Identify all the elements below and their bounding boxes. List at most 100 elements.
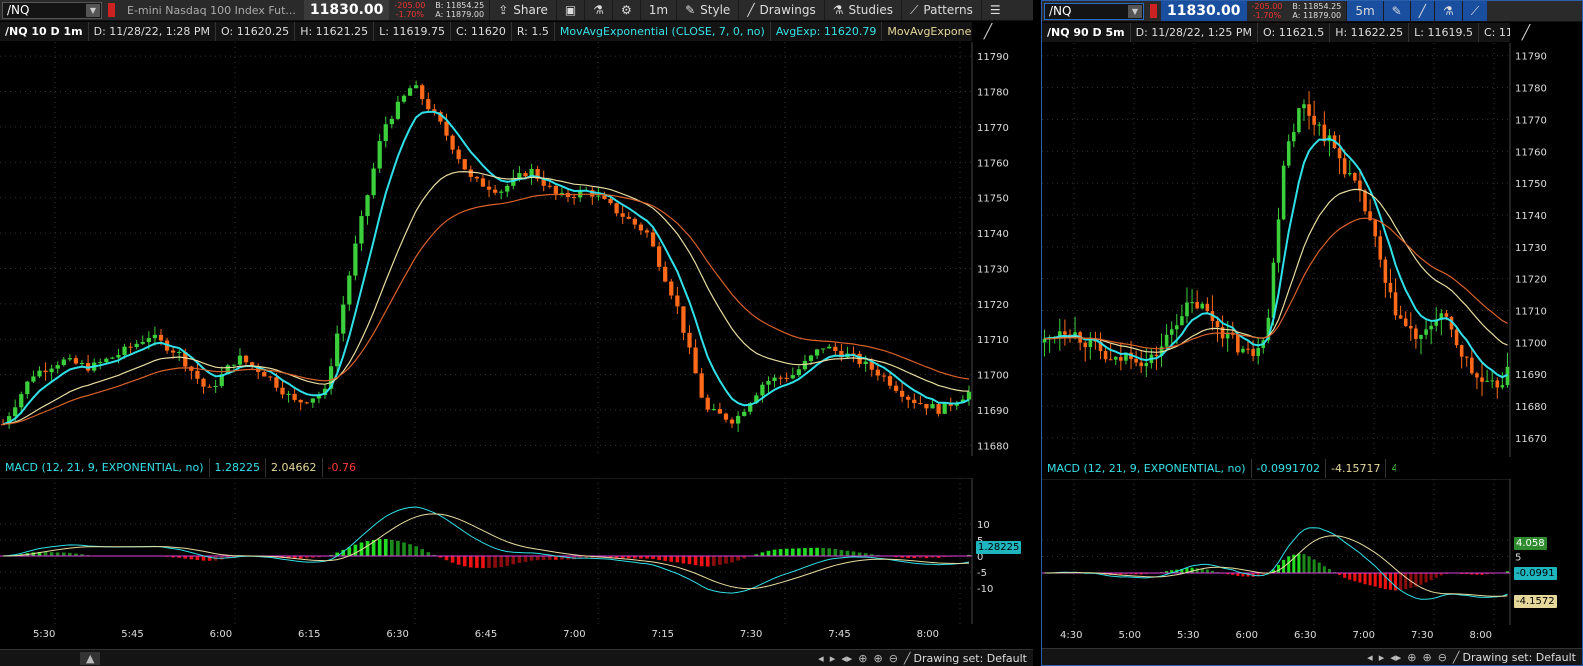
candle-body	[110, 357, 115, 359]
candle-body	[1373, 220, 1377, 237]
scroll-right-icon[interactable]: ▸	[827, 652, 839, 665]
crosshair-icon[interactable]: ⊕	[855, 652, 870, 665]
interval-button[interactable]: 1m	[639, 0, 676, 20]
share-button[interactable]: ⇪ Share	[489, 0, 556, 20]
candle-body	[1353, 173, 1357, 181]
candle-body	[79, 362, 85, 364]
left-chart-pane[interactable]: /NQ ▼ E-mini Nasdaq 100 Index Fut... 118…	[0, 0, 1033, 666]
zoom-in-icon[interactable]: ⊕	[870, 652, 885, 665]
chevron-down-icon[interactable]: ▼	[1128, 4, 1142, 18]
candle-body	[462, 159, 467, 170]
expand-time-icon[interactable]: ◂▸	[838, 652, 855, 665]
gear-button[interactable]: ⚙	[612, 0, 640, 20]
candle-body	[1363, 190, 1367, 212]
chart-id[interactable]: /NQ 10 D 1m	[0, 22, 89, 41]
bar-range: R: 1.5	[512, 22, 555, 41]
candle-body	[1500, 385, 1505, 388]
macd-histogram-bar	[475, 556, 479, 568]
interval-button[interactable]: 5m	[1346, 1, 1383, 21]
scroll-left-icon[interactable]: ◂	[1364, 651, 1376, 664]
macd-histogram-bar	[505, 556, 510, 566]
collapse-arrow-icon[interactable]: ▲	[80, 651, 101, 665]
candle-body	[1347, 173, 1352, 175]
left-price-chart[interactable]: 11790 11780 11770 11760 11750 11740 11730 11720…	[0, 42, 1033, 456]
candle-body	[1317, 124, 1322, 126]
chart-settings-button[interactable]: ▣	[555, 0, 584, 20]
drawing-set-label[interactable]: Drawing set: Default	[1463, 651, 1582, 664]
candle-body	[1144, 363, 1149, 367]
drawing-tool-icon[interactable]: ╱	[1516, 25, 1536, 42]
patterns-button[interactable]: ⟋	[1461, 1, 1488, 21]
macd-label[interactable]: MACD (12, 21, 9, EXPONENTIAL, no)	[0, 458, 210, 477]
crosshair-icon[interactable]: ⊕	[1404, 651, 1419, 664]
price-tick-label: 11760	[1515, 147, 1547, 158]
drawing-pen-icon[interactable]: ╱	[901, 652, 914, 665]
scroll-right-icon[interactable]: ▸	[1376, 651, 1388, 664]
zoom-in-icon[interactable]: ⊕	[1419, 651, 1434, 664]
price-tick-label: 11690	[1515, 370, 1547, 381]
candle-body	[1342, 158, 1347, 175]
macd-label[interactable]: MACD (12, 21, 9, EXPONENTIAL, no)	[1042, 459, 1252, 478]
menu-button[interactable]: ☰	[980, 0, 1009, 20]
macd-histogram-bar	[705, 556, 710, 567]
flag-icon[interactable]	[1150, 4, 1157, 18]
candle-body	[772, 377, 777, 381]
studies-button[interactable]: ⚗ Studies	[823, 0, 901, 20]
candle-body	[1139, 362, 1143, 367]
zoom-out-icon[interactable]: ⊖	[1435, 651, 1450, 664]
candle-body	[1490, 380, 1494, 382]
candle-body	[61, 359, 66, 366]
pen-icon: ╱	[1418, 4, 1426, 18]
bid-ask: B: 11854.25 A: 11879.00	[1292, 2, 1342, 20]
macd-histogram-bar	[523, 556, 528, 562]
drawings-button[interactable]: ╱ Drawings	[738, 0, 823, 20]
price-tick-label: 11730	[977, 264, 1009, 275]
candle-body	[1063, 331, 1067, 335]
left-macd-chart[interactable]: 1050-5-10	[0, 478, 1033, 624]
macd-line	[1044, 527, 1508, 600]
zoom-out-icon[interactable]: ⊖	[886, 652, 901, 665]
study-ema7-label[interactable]: MovAvgExponential (CLOSE, 7, 0, no)	[555, 22, 771, 41]
studies-flask-button[interactable]: ⚗	[584, 0, 612, 20]
price-tick-label: 11770	[1515, 115, 1547, 126]
macd-histogram-bar	[1312, 559, 1316, 573]
drawings-button[interactable]: ╱	[1409, 1, 1434, 21]
patterns-icon: ⟋	[909, 2, 919, 17]
macd-histogram-bar	[815, 547, 819, 556]
chart-id[interactable]: /NQ 90 D 5m	[1042, 23, 1131, 42]
macd-histogram-bar	[778, 549, 783, 556]
candle-body	[401, 95, 407, 102]
drawing-set-label[interactable]: Drawing set: Default	[914, 652, 1033, 665]
style-button[interactable]: ✎	[1382, 1, 1410, 21]
right-chart-pane[interactable]: /NQ ▼ 11830.00 -205.00 -1.70% B: 11854.25…	[1041, 0, 1583, 666]
time-tick-label: 5:30	[1177, 630, 1199, 641]
patterns-button[interactable]: ⟋ Patterns	[900, 0, 981, 20]
candle-body	[158, 334, 164, 341]
right-macd-chart[interactable]: 105	[1042, 479, 1582, 625]
candle-body	[827, 346, 832, 349]
macd-tick-label: -5	[977, 568, 987, 579]
chevron-down-icon[interactable]: ▼	[86, 3, 100, 17]
macd-histogram-bar	[1434, 573, 1438, 578]
flag-icon[interactable]	[108, 3, 115, 17]
candle-body	[1246, 348, 1250, 350]
right-price-chart[interactable]: 11790 11780 11770 11760 11750 11740 11730 11720…	[1042, 43, 1582, 457]
macd-histogram-bar	[499, 556, 504, 568]
hamburger-menu-icon: ☰	[989, 3, 1001, 17]
study-ema21-label[interactable]: MovAvgExponential (CLOSE, 21, 0,...	[882, 22, 972, 41]
macd-histogram-bar	[821, 547, 825, 556]
candle-body	[177, 352, 182, 354]
symbol-selector[interactable]: /NQ ▼	[2, 1, 102, 19]
ema-medium-line	[1044, 188, 1508, 353]
candle-body	[1302, 104, 1306, 109]
candle-body	[1444, 313, 1449, 317]
style-button[interactable]: ✎ Style	[676, 0, 738, 20]
drawing-tool-icon[interactable]: ╱	[978, 24, 998, 41]
drawing-pen-icon[interactable]: ╱	[1450, 651, 1463, 664]
price-change: -205.00 -1.70%	[394, 1, 426, 19]
macd-histogram-bar	[383, 538, 388, 556]
scroll-left-icon[interactable]: ◂	[815, 652, 827, 665]
symbol-selector[interactable]: /NQ ▼	[1044, 2, 1144, 20]
studies-button[interactable]: ⚗	[1433, 1, 1462, 21]
expand-time-icon[interactable]: ◂▸	[1387, 651, 1404, 664]
